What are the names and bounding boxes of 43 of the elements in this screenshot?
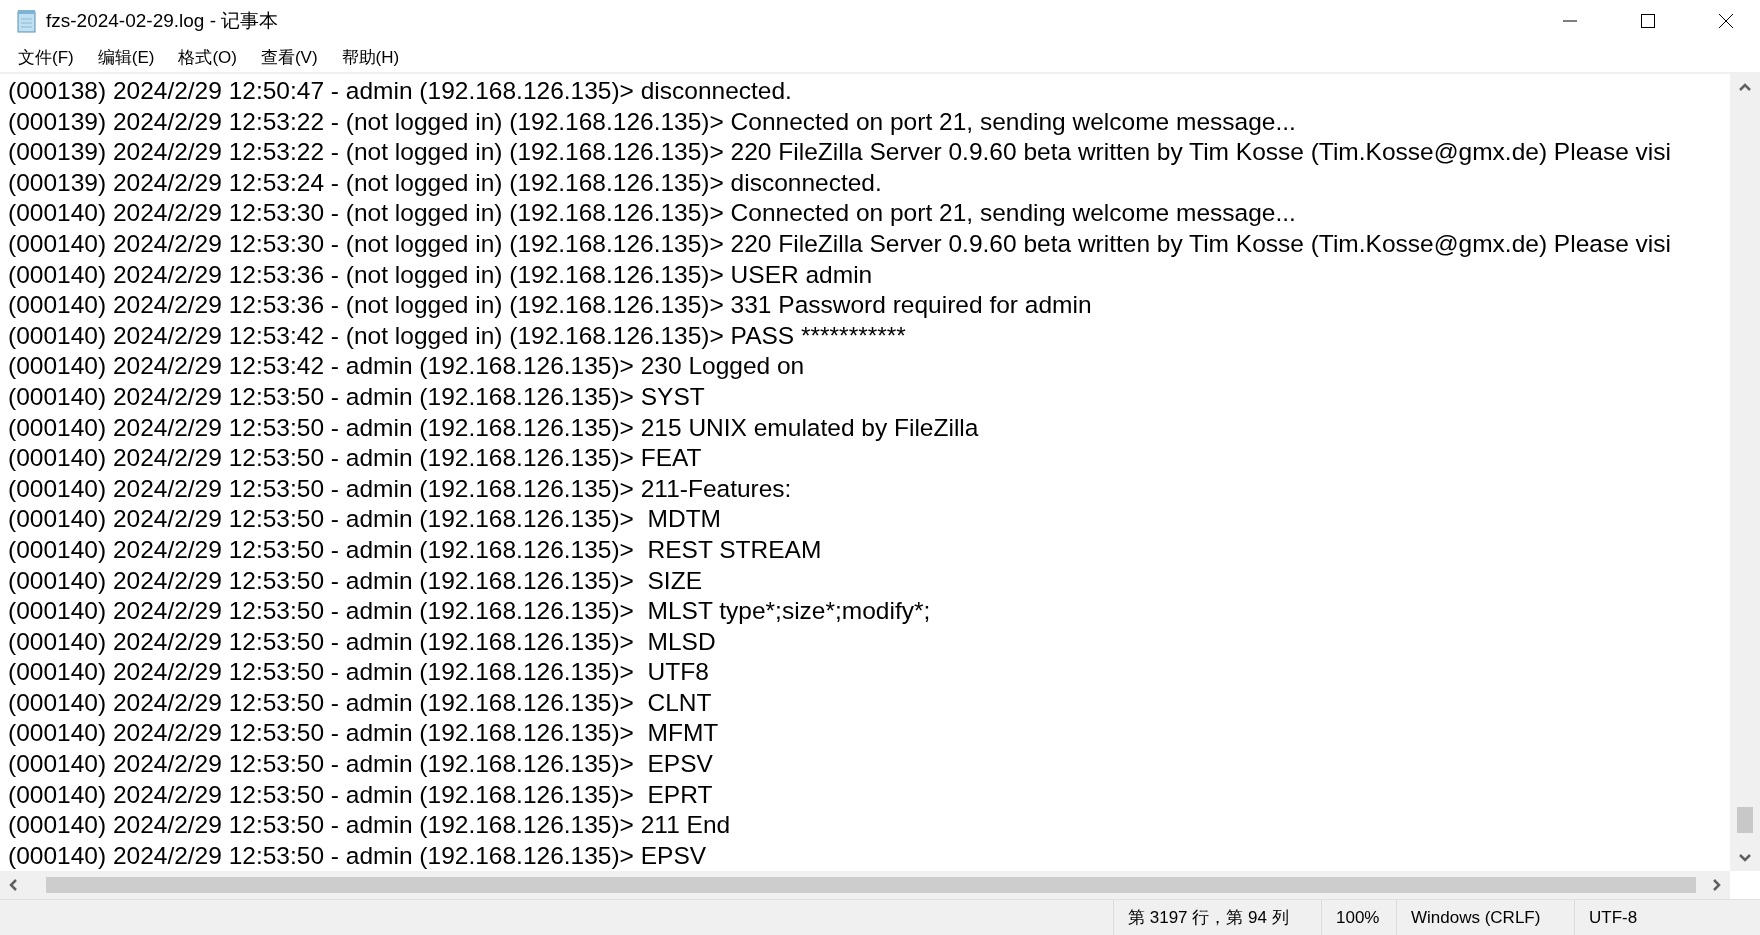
- text-line: (000140) 2024/2/29 12:53:50 - admin (192.168.126.135)> FEAT: [8, 443, 703, 474]
- scroll-left-icon[interactable]: [8, 878, 18, 892]
- text-line: (000140) 2024/2/29 12:53:30 - (not logged in) (192.168.126.135)> 220 FileZilla Server 0.9.60 beta written by Tim Kosse (Tim.Kosse@gmx.de) Please visi: [8, 228, 1672, 259]
- notepad-icon: [16, 9, 38, 33]
- text-line: (000140) 2024/2/29 12:53:42 - admin (192.168.126.135)> 230 Logged on: [8, 351, 806, 382]
- text-line: (000140) 2024/2/29 12:53:50 - admin (192.168.126.135)> MDTM: [8, 504, 722, 535]
- text-line: (000139) 2024/2/29 12:53:24 - (not logged in) (192.168.126.135)> disconnected.: [8, 167, 883, 198]
- status-text: Windows (CRLF): [1397, 900, 1575, 935]
- scroll-down-icon[interactable]: [1738, 853, 1752, 863]
- window-title: fzs-2024-02-29.log - 记事本: [46, 9, 279, 33]
- status-text: 第 3197 行，第 94 列: [1114, 900, 1322, 935]
- text-line: (000140) 2024/2/29 12:53:50 - admin (192.168.126.135)> 211-Features:: [8, 473, 793, 504]
- status-text: UTF-8: [1588, 906, 1639, 929]
- text-line: (000140) 2024/2/29 12:53:50 - admin (192.168.126.135)> MFMT: [8, 718, 720, 749]
- text-line: (000140) 2024/2/29 12:53:50 - admin (192.168.126.135)> 215 UNIX emulated by FileZilla: [8, 412, 980, 443]
- text-line: (000140) 2024/2/29 12:53:50 - admin (192.168.126.135)> SIZE: [8, 565, 703, 596]
- close-icon: [1718, 13, 1734, 29]
- minimize-icon: [1562, 20, 1578, 22]
- text-line: (000140) 2024/2/29 12:53:50 - admin (192.168.126.135)> 211 End: [8, 810, 732, 841]
- text-line: (000140) 2024/2/29 12:53:36 - (not logged in) (192.168.126.135)> USER admin: [8, 259, 874, 290]
- text-line: (000140) 2024/2/29 12:53:50 - admin (192.168.126.135)> MLST type*;size*;modify*;: [8, 596, 932, 627]
- text-line: (000140) 2024/2/29 12:53:50 - admin (192.168.126.135)> REST STREAM: [8, 534, 823, 565]
- text-line: (000140) 2024/2/29 12:53:50 - admin (192.168.126.135)> CLNT: [8, 687, 713, 718]
- text-line: (000140) 2024/2/29 12:53:50 - admin (192.168.126.135)> SYST: [8, 381, 706, 412]
- text-line: (000140) 2024/2/29 12:53:50 - admin (192.168.126.135)> MLSD: [8, 626, 717, 657]
- scrollbar-thumb[interactable]: [1737, 807, 1753, 833]
- text-line: (000140) 2024/2/29 12:53:30 - (not logged in) (192.168.126.135)> Connected on port 21, sending welcome message...: [8, 198, 1297, 229]
- text-line: (000140) 2024/2/29 12:53:50 - admin (192.168.126.135)> UTF8: [8, 657, 710, 688]
- text-line: (000140) 2024/2/29 12:53:50 - admin (192.168.126.135)> EPSV: [8, 840, 708, 871]
- scroll-right-icon[interactable]: [1712, 878, 1722, 892]
- maximize-icon: [1640, 13, 1656, 29]
- vertical-scrollbar[interactable]: [1730, 74, 1760, 871]
- text-line: (000140) 2024/2/29 12:53:50 - admin (192.168.126.135)> EPSV: [8, 749, 714, 780]
- scroll-up-icon[interactable]: [1738, 82, 1752, 92]
- status-text: 100%: [1322, 900, 1397, 935]
- horizontal-scrollbar[interactable]: [0, 871, 1730, 899]
- text-line: (000140) 2024/2/29 12:53:42 - (not logged in) (192.168.126.135)> PASS ***********: [8, 320, 907, 351]
- text-line: (000140) 2024/2/29 12:53:36 - (not logged in) (192.168.126.135)> 331 Password required for admin: [8, 290, 1093, 321]
- scrollbar-thumb[interactable]: [46, 877, 1696, 893]
- text-line: (000140) 2024/2/29 12:53:50 - admin (192.168.126.135)> EPRT: [8, 779, 714, 810]
- text-line: (000138) 2024/2/29 12:50:47 - admin (192.168.126.135)> disconnected.: [8, 76, 793, 106]
- text-line: (000139) 2024/2/29 12:53:22 - (not logged in) (192.168.126.135)> Connected on port 21, sending welcome message...: [8, 106, 1297, 137]
- text-line: (000139) 2024/2/29 12:53:22 - (not logged in) (192.168.126.135)> 220 FileZilla Server 0.9.60 beta written by Tim Kosse (Tim.Kosse@gmx.de) Please visi: [8, 137, 1672, 168]
